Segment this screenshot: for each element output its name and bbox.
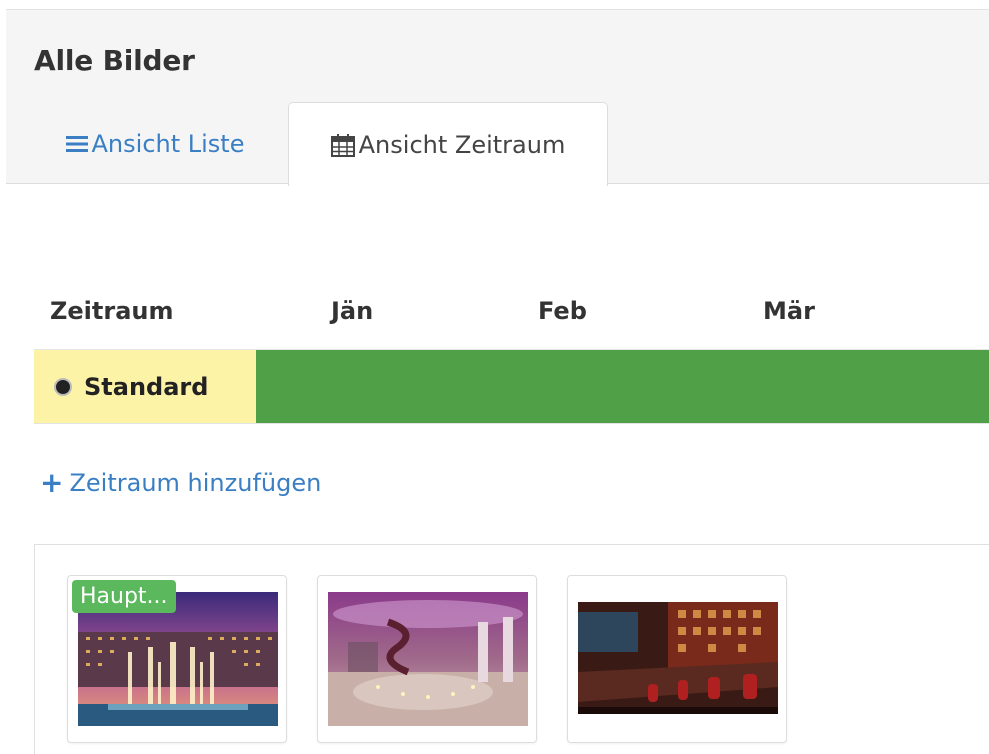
add-period-link[interactable]: + Zeitraum hinzufügen xyxy=(40,466,322,499)
main-image-badge: Haupt... xyxy=(72,580,176,613)
radio-button[interactable] xyxy=(54,378,72,396)
period-option-standard[interactable]: Standard xyxy=(34,350,256,424)
tab-list-view[interactable]: Ansicht Liste xyxy=(40,102,270,185)
tab-period-view[interactable]: Ansicht Zeitraum xyxy=(288,102,608,186)
tab-list-label: Ansicht Liste xyxy=(91,129,245,158)
add-period-label: Zeitraum hinzufügen xyxy=(69,469,322,497)
calendar-icon xyxy=(330,133,355,157)
list-icon xyxy=(65,135,88,153)
plus-icon: + xyxy=(40,466,64,499)
gallery-item[interactable] xyxy=(567,575,787,743)
period-label: Standard xyxy=(84,373,209,401)
column-header-mar: Mär xyxy=(763,297,815,325)
lobby-spiral-staircase-photo xyxy=(328,592,528,726)
tab-period-label: Ansicht Zeitraum xyxy=(358,130,566,159)
period-bar[interactable] xyxy=(256,350,989,424)
timeline-row: Standard xyxy=(34,349,989,424)
gallery-item[interactable]: Haupt... xyxy=(67,575,287,743)
gallery-item[interactable] xyxy=(317,575,537,743)
page-title: Alle Bilder xyxy=(34,44,195,77)
row-divider xyxy=(34,423,989,424)
column-header-jan: Jän xyxy=(331,297,374,325)
bar-interior-photo xyxy=(578,592,778,726)
column-header-period: Zeitraum xyxy=(50,297,174,325)
column-header-feb: Feb xyxy=(538,297,587,325)
